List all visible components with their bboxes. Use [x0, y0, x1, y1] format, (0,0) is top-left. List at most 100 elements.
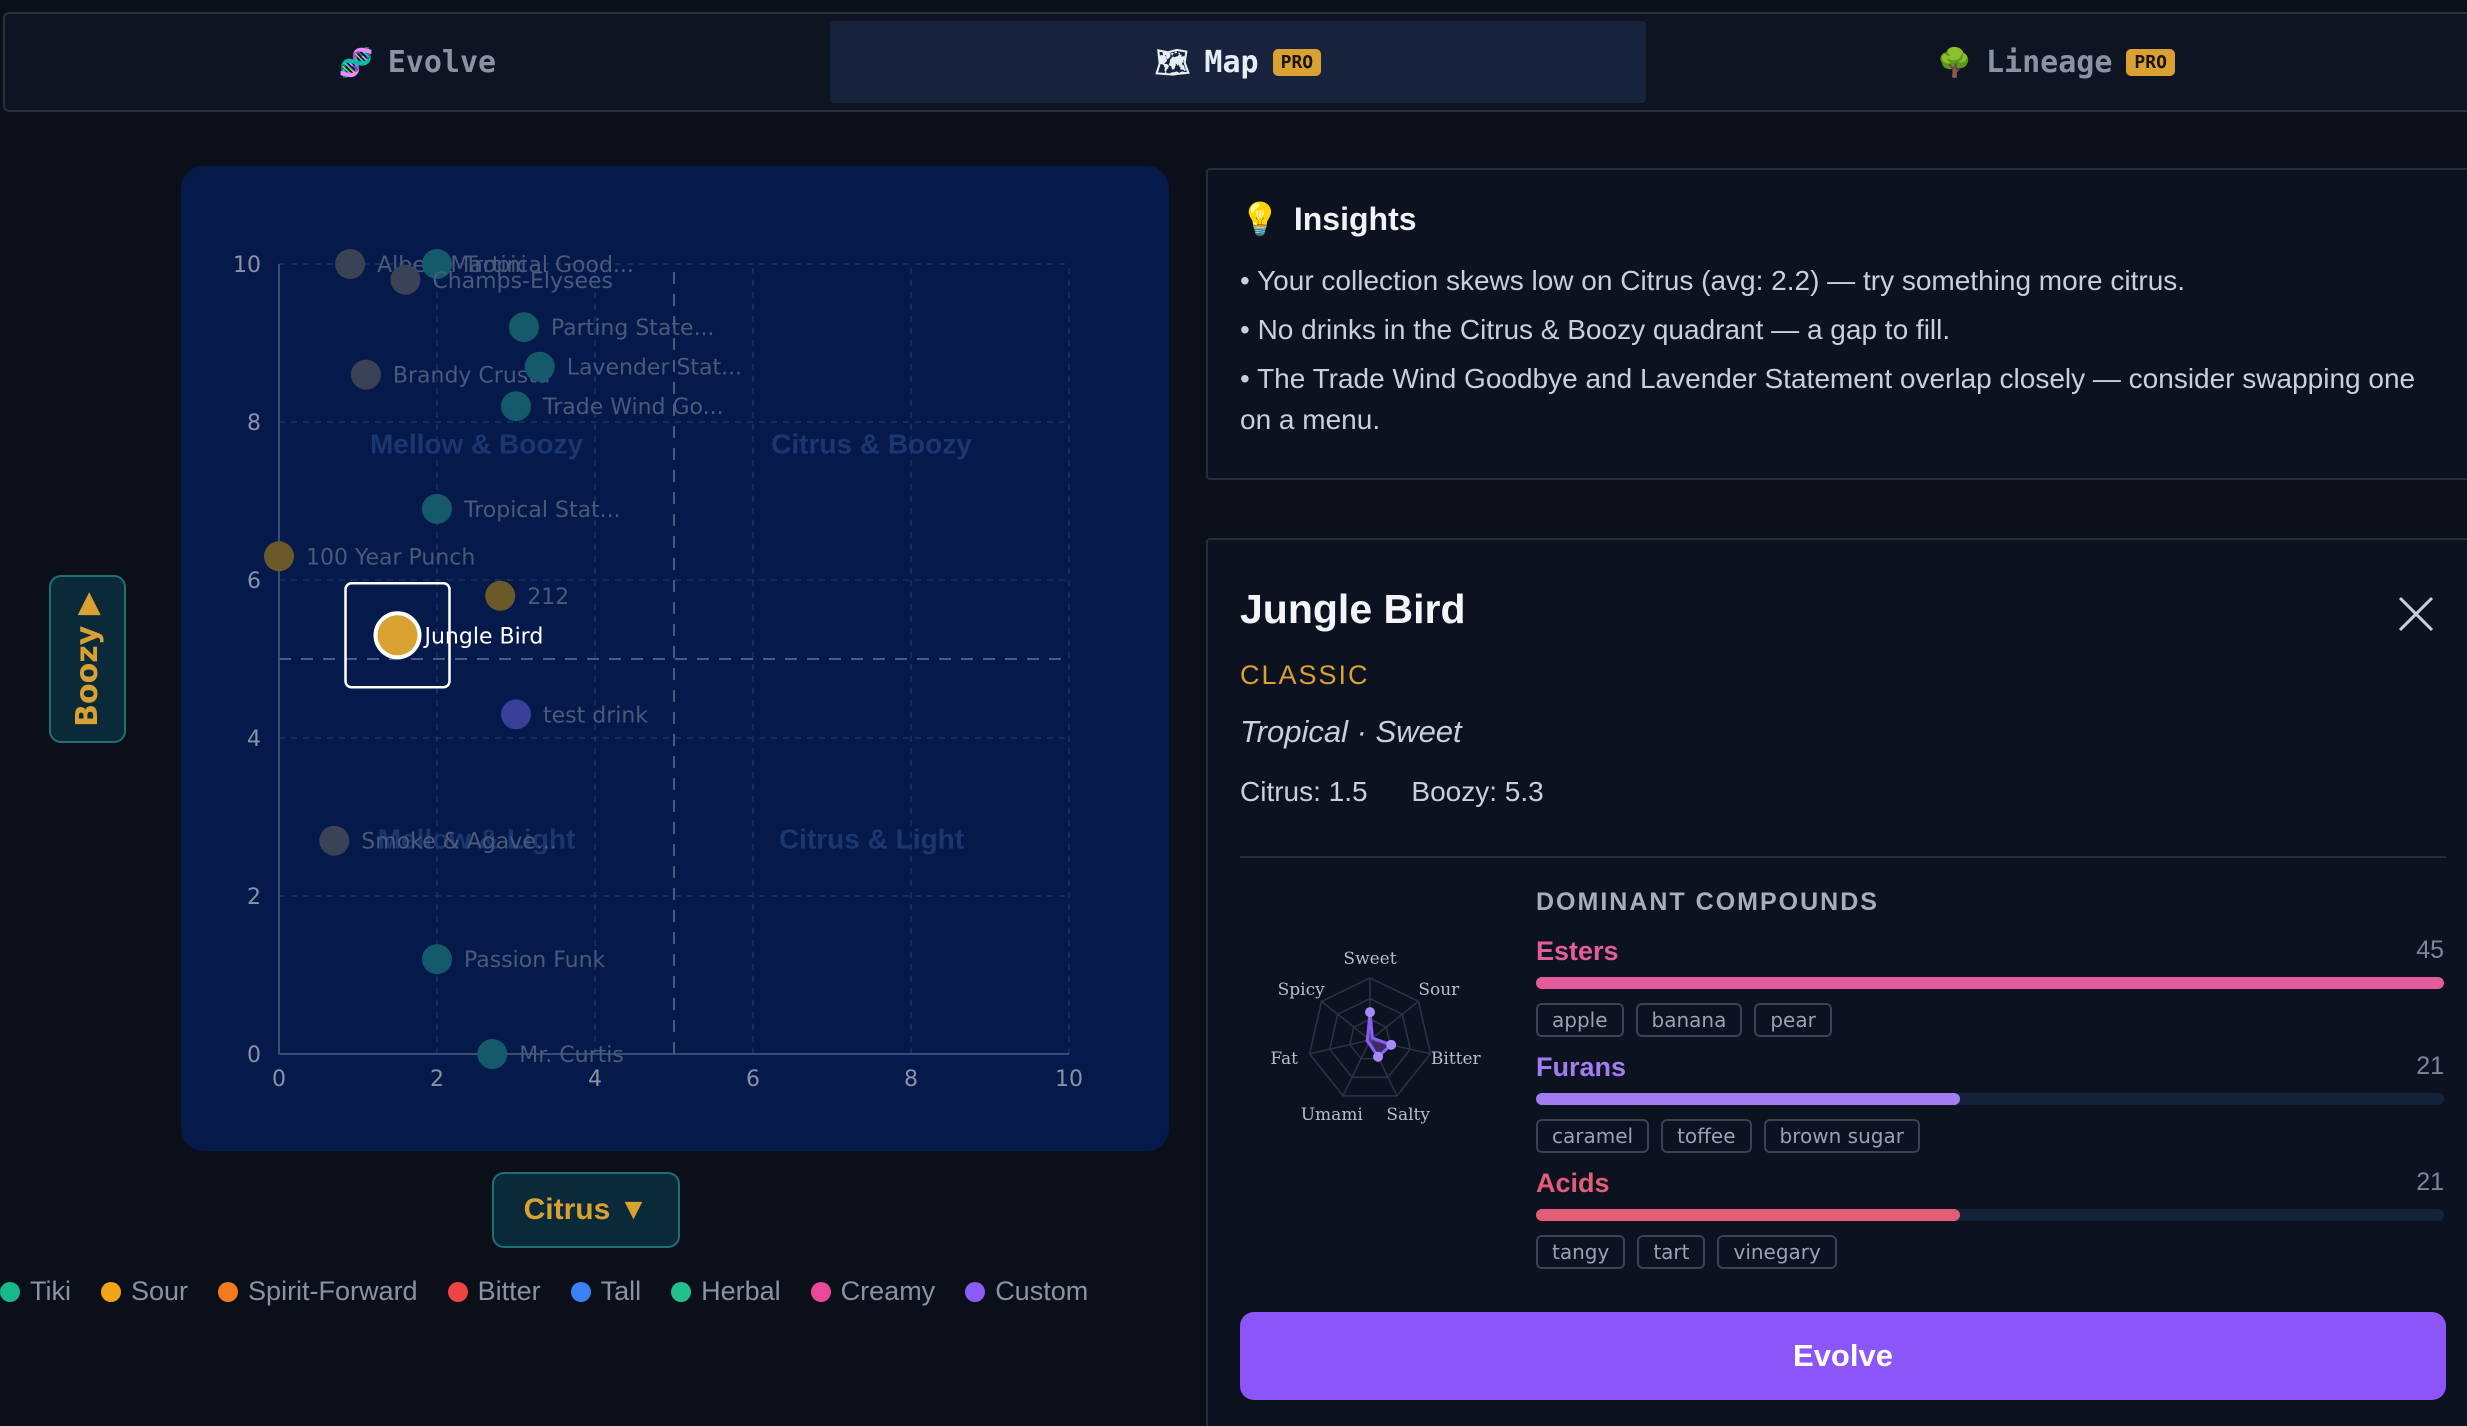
- map-point[interactable]: Brandy Crusta: [350, 359, 550, 390]
- point-marker[interactable]: [264, 541, 294, 572]
- point-marker[interactable]: [422, 944, 452, 975]
- point-marker[interactable]: [477, 1039, 508, 1069]
- x-tick-label: 10: [1055, 1067, 1083, 1092]
- compound-bar-fill: [1536, 977, 2444, 989]
- point-label: Jungle Bird: [423, 624, 544, 649]
- compound-bar: [1536, 1093, 2444, 1105]
- map-point[interactable]: Tropical Stat...: [422, 493, 621, 524]
- drink-category: CLASSIC: [1240, 660, 1370, 690]
- compound-value: 21: [2416, 1052, 2444, 1080]
- point-marker[interactable]: [373, 611, 422, 660]
- mode-tabs: 🧬 Evolve 🗺 Map PRO 🌳 Lineage PRO: [3, 12, 2467, 112]
- point-marker[interactable]: [335, 249, 366, 279]
- legend-item[interactable]: Custom: [965, 1276, 1088, 1307]
- compound-bar-fill: [1536, 1209, 1961, 1221]
- x-tick-label: 8: [904, 1067, 918, 1092]
- compound-header: Acids 21: [1536, 1168, 2444, 1199]
- legend-item[interactable]: Bitter: [447, 1276, 541, 1307]
- drink-flavors: Tropical · Sweet: [1240, 714, 1462, 749]
- legend-label: Herbal: [701, 1276, 781, 1306]
- legend-item[interactable]: Creamy: [810, 1276, 935, 1307]
- y-tick-label: 0: [247, 1043, 261, 1068]
- point-marker[interactable]: [524, 351, 555, 382]
- point-marker[interactable]: [501, 391, 531, 422]
- map-point[interactable]: Parting State...: [508, 312, 715, 343]
- divider: [1240, 856, 2446, 858]
- point-marker[interactable]: [350, 359, 381, 390]
- point-marker[interactable]: [501, 699, 531, 730]
- tab-map[interactable]: 🗺 Map PRO: [830, 21, 1646, 103]
- radar-axis-label: Sour: [1418, 980, 1460, 1000]
- radar-spoke: [1342, 1039, 1371, 1097]
- compound-name: Esters: [1536, 936, 1619, 966]
- map-point[interactable]: 100 Year Punch: [264, 541, 475, 572]
- close-icon[interactable]: [2394, 592, 2438, 636]
- radar-axis-label: Sweet: [1343, 949, 1396, 969]
- aroma-tag: banana: [1635, 1003, 1743, 1037]
- map-point[interactable]: Passion Funk: [422, 944, 606, 975]
- aroma-tag: pear: [1754, 1003, 1832, 1037]
- legend-label: Custom: [995, 1276, 1089, 1306]
- map-point[interactable]: Lavender Stat...: [524, 351, 742, 382]
- legend-item[interactable]: Spirit-Forward: [218, 1276, 418, 1307]
- y-tick-label: 8: [247, 411, 261, 436]
- aroma-tag: tart: [1637, 1235, 1706, 1269]
- map-point[interactable]: Trade Wind Go...: [501, 391, 724, 422]
- compound-name: Furans: [1536, 1052, 1627, 1082]
- legend-item[interactable]: Herbal: [671, 1276, 781, 1307]
- map-canvas: 0 2 4 6 8 10 0 2 4 6 8 10 Mellow & Boozy Citrus & Boo…: [233, 249, 1083, 1092]
- aroma-tag: caramel: [1536, 1119, 1650, 1153]
- drink-detail-panel: Jungle Bird CLASSIC Tropical · Sweet Cit…: [1206, 538, 2467, 1426]
- radar-point: [1373, 1051, 1384, 1062]
- tab-evolve[interactable]: 🧬 Evolve: [5, 21, 830, 103]
- compounds-title: DOMINANT COMPOUNDS: [1536, 888, 1879, 916]
- compound-row: Esters 45 apple banana pear: [1536, 936, 2444, 1037]
- lightbulb-icon: 💡: [1240, 201, 1280, 237]
- aroma-tag: tangy: [1536, 1235, 1626, 1269]
- legend-item[interactable]: Tiki: [0, 1276, 71, 1307]
- point-marker[interactable]: [422, 493, 452, 524]
- point-label: Lavender Stat...: [567, 356, 742, 381]
- map-point[interactable]: 212: [485, 580, 569, 611]
- x-axis-selector[interactable]: Citrus ▼: [492, 1172, 680, 1248]
- legend-item[interactable]: Tall: [570, 1276, 641, 1307]
- legend-dot: [447, 1281, 468, 1302]
- insights-panel: 💡 Insights • Your collection skews low o…: [1206, 168, 2467, 480]
- point-marker[interactable]: [319, 825, 350, 856]
- point-label: Passion Funk: [464, 948, 606, 973]
- aroma-tag: brown sugar: [1763, 1119, 1920, 1153]
- point-label: 100 Year Punch: [306, 545, 475, 570]
- map-point[interactable]: test drink: [501, 699, 648, 730]
- compound-tags: apple banana pear: [1536, 1003, 2444, 1037]
- compound-bar: [1536, 977, 2444, 989]
- point-marker[interactable]: [390, 264, 421, 295]
- pro-badge: PRO: [1272, 48, 1322, 76]
- aroma-tag: vinegary: [1717, 1235, 1837, 1269]
- x-tick-label: 2: [430, 1067, 444, 1092]
- tab-lineage[interactable]: 🌳 Lineage PRO: [1646, 21, 2466, 103]
- point-label: Parting State...: [551, 316, 715, 341]
- legend-dot: [101, 1281, 121, 1302]
- compound-header: Esters 45: [1536, 936, 2444, 967]
- legend-item[interactable]: Sour: [101, 1276, 188, 1307]
- radar-spoke: [1321, 1000, 1371, 1041]
- x-axis-label: Citrus ▼: [523, 1193, 649, 1226]
- legend-label: Spirit-Forward: [248, 1276, 418, 1306]
- drink-scores: Citrus: 1.5 Boozy: 5.3: [1240, 776, 1580, 808]
- y-tick-label: 10: [233, 253, 261, 278]
- map-point[interactable]: Smoke & Agave...: [319, 825, 557, 856]
- point-label: 212: [527, 585, 569, 610]
- map-point[interactable]: Mr. Curtis: [477, 1039, 624, 1069]
- boozy-score: Boozy: 5.3: [1411, 776, 1544, 807]
- point-label: Tropical Stat...: [463, 498, 621, 523]
- y-axis-selector[interactable]: Boozy ▶: [49, 575, 126, 743]
- point-marker[interactable]: [508, 312, 539, 343]
- point-label: Mr. Curtis: [519, 1043, 624, 1068]
- evolve-button[interactable]: Evolve: [1240, 1312, 2446, 1400]
- point-label: Champs-Elysees: [432, 269, 613, 294]
- legend-dot: [965, 1281, 986, 1302]
- point-marker[interactable]: [485, 580, 516, 611]
- insight-line: • The Trade Wind Goodbye and Lavender St…: [1240, 363, 2416, 435]
- radar-spoke: [1309, 1039, 1371, 1055]
- radar-point: [1365, 1007, 1375, 1018]
